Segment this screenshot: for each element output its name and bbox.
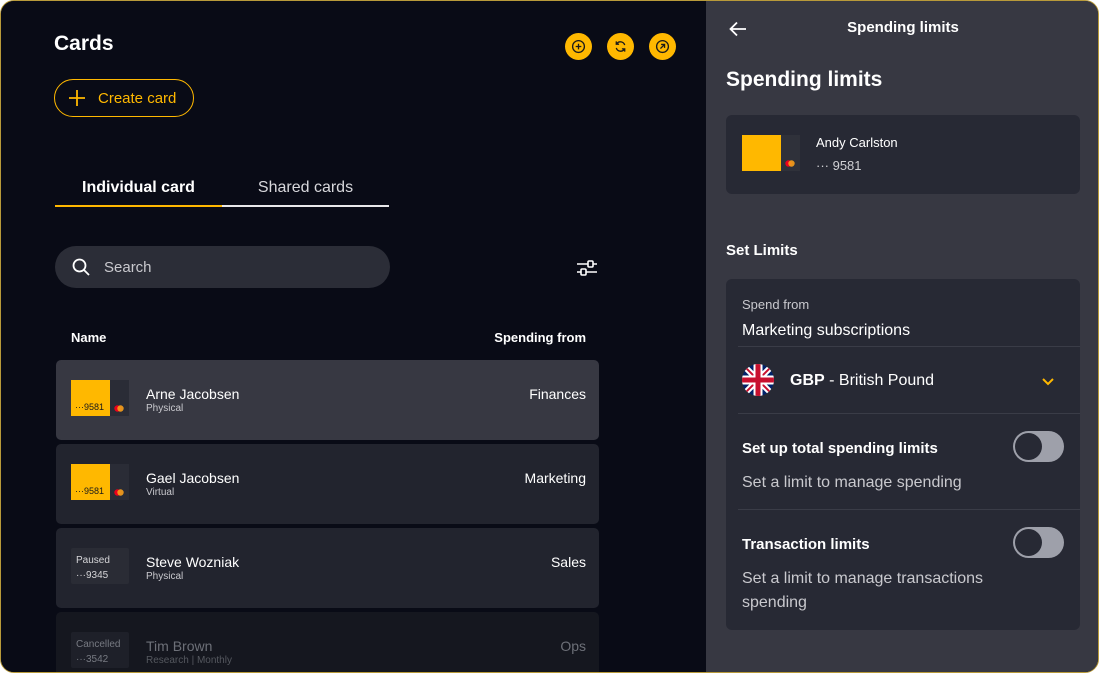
selected-card-summary: Andy Carlston ··· 9581	[726, 115, 1080, 194]
limits-form: Spend from Marketing subscriptions GBP -…	[726, 279, 1080, 630]
total-limits-toggle[interactable]	[1013, 431, 1064, 462]
table-row[interactable]: Paused ···9345 Steve Wozniak Physical Sa…	[56, 528, 599, 608]
tab-underline	[222, 205, 389, 207]
currency-select[interactable]: GBP - British Pound	[790, 372, 934, 390]
mastercard-icon	[785, 160, 795, 167]
card-type: Physical	[146, 571, 184, 582]
cards-panel: Cards Create card Individual card Shared…	[1, 1, 706, 672]
transaction-limits-description: Set a limit to manage transactions spend…	[742, 570, 984, 611]
plus-circle-icon	[571, 39, 586, 54]
transaction-limits-title: Transaction limits	[742, 536, 870, 553]
divider	[738, 509, 1080, 510]
card-thumbnail: ···9581	[71, 464, 129, 500]
arrow-up-right-icon	[655, 39, 670, 54]
uk-flag-icon	[742, 364, 774, 396]
spend-from-value[interactable]: Marketing subscriptions	[742, 322, 910, 340]
app-window: Cards Create card Individual card Shared…	[0, 0, 1099, 673]
filter-icon[interactable]	[575, 257, 599, 279]
plus-icon	[69, 90, 85, 106]
panel-title: Spending limits	[726, 68, 883, 91]
card-thumbnail: Paused ···9345	[71, 548, 129, 584]
cardholder-name: Gael Jacobsen	[146, 470, 240, 486]
refresh-icon	[615, 41, 626, 52]
card-thumbnail: Cancelled ···3542	[71, 632, 129, 668]
search-placeholder: Search	[104, 258, 152, 276]
spending-limits-panel: Spending limits Spending limits Andy Car…	[706, 1, 1098, 672]
card-number: ···9581	[71, 380, 110, 416]
page-title: Cards	[54, 32, 114, 55]
panel-header-title: Spending limits	[847, 19, 959, 36]
mastercard-icon	[114, 489, 124, 496]
cardholder-name: Andy Carlston	[816, 135, 898, 150]
transaction-limits-toggle[interactable]	[1013, 527, 1064, 558]
cardholder-name: Arne Jacobsen	[146, 386, 240, 402]
search-icon	[72, 258, 90, 276]
card-type: Physical	[146, 403, 184, 414]
create-card-button[interactable]: Create card	[54, 79, 194, 117]
open-icon-button[interactable]	[649, 33, 676, 60]
add-icon-button[interactable]	[565, 33, 592, 60]
total-limits-description: Set a limit to manage spending	[742, 474, 962, 491]
currency-separator: -	[824, 372, 839, 389]
section-title: Set Limits	[726, 242, 798, 259]
cardholder-name: Steve Wozniak	[146, 554, 240, 570]
card-type: Research | Monthly	[146, 655, 232, 666]
table-row[interactable]: ···9581 Arne Jacobsen Physical Finances	[56, 360, 599, 440]
card-number: ···3542	[76, 654, 109, 665]
card-thumbnail: ···9581	[71, 380, 129, 416]
divider	[738, 346, 1080, 347]
cardholder-name: Tim Brown	[146, 638, 213, 654]
column-header-name[interactable]: Name	[71, 330, 106, 345]
total-limits-title: Set up total spending limits	[742, 440, 938, 457]
card-status: Cancelled	[76, 639, 121, 650]
table-row[interactable]: ···9581 Gael Jacobsen Virtual Marketing	[56, 444, 599, 524]
spending-from-value: Finances	[529, 386, 586, 402]
column-header-spending-from[interactable]: Spending from	[494, 330, 586, 345]
currency-name: British Pound	[838, 372, 935, 389]
active-tab-indicator	[55, 205, 222, 207]
tab-individual-card[interactable]: Individual card	[55, 179, 222, 197]
table-row[interactable]: Cancelled ···3542 Tim Brown Research | M…	[56, 612, 599, 672]
card-number: ···9581	[71, 464, 110, 500]
spending-from-value: Ops	[560, 638, 586, 654]
refresh-icon-button[interactable]	[607, 33, 634, 60]
card-thumbnail	[742, 135, 781, 171]
spending-from-value: Marketing	[524, 470, 586, 486]
currency-code: GBP	[790, 372, 825, 389]
spending-from-value: Sales	[550, 554, 586, 570]
chevron-down-icon[interactable]	[1040, 375, 1056, 387]
card-number: ··· 9581	[816, 158, 862, 173]
card-number: ···9345	[76, 570, 109, 581]
card-type: Virtual	[146, 487, 175, 498]
create-card-label: Create card	[98, 89, 177, 107]
card-status: Paused	[76, 555, 110, 566]
search-input[interactable]: Search	[55, 246, 390, 288]
tab-shared-cards[interactable]: Shared cards	[222, 179, 389, 197]
divider	[738, 413, 1080, 414]
mastercard-icon	[114, 405, 124, 412]
spend-from-label: Spend from	[742, 297, 810, 312]
